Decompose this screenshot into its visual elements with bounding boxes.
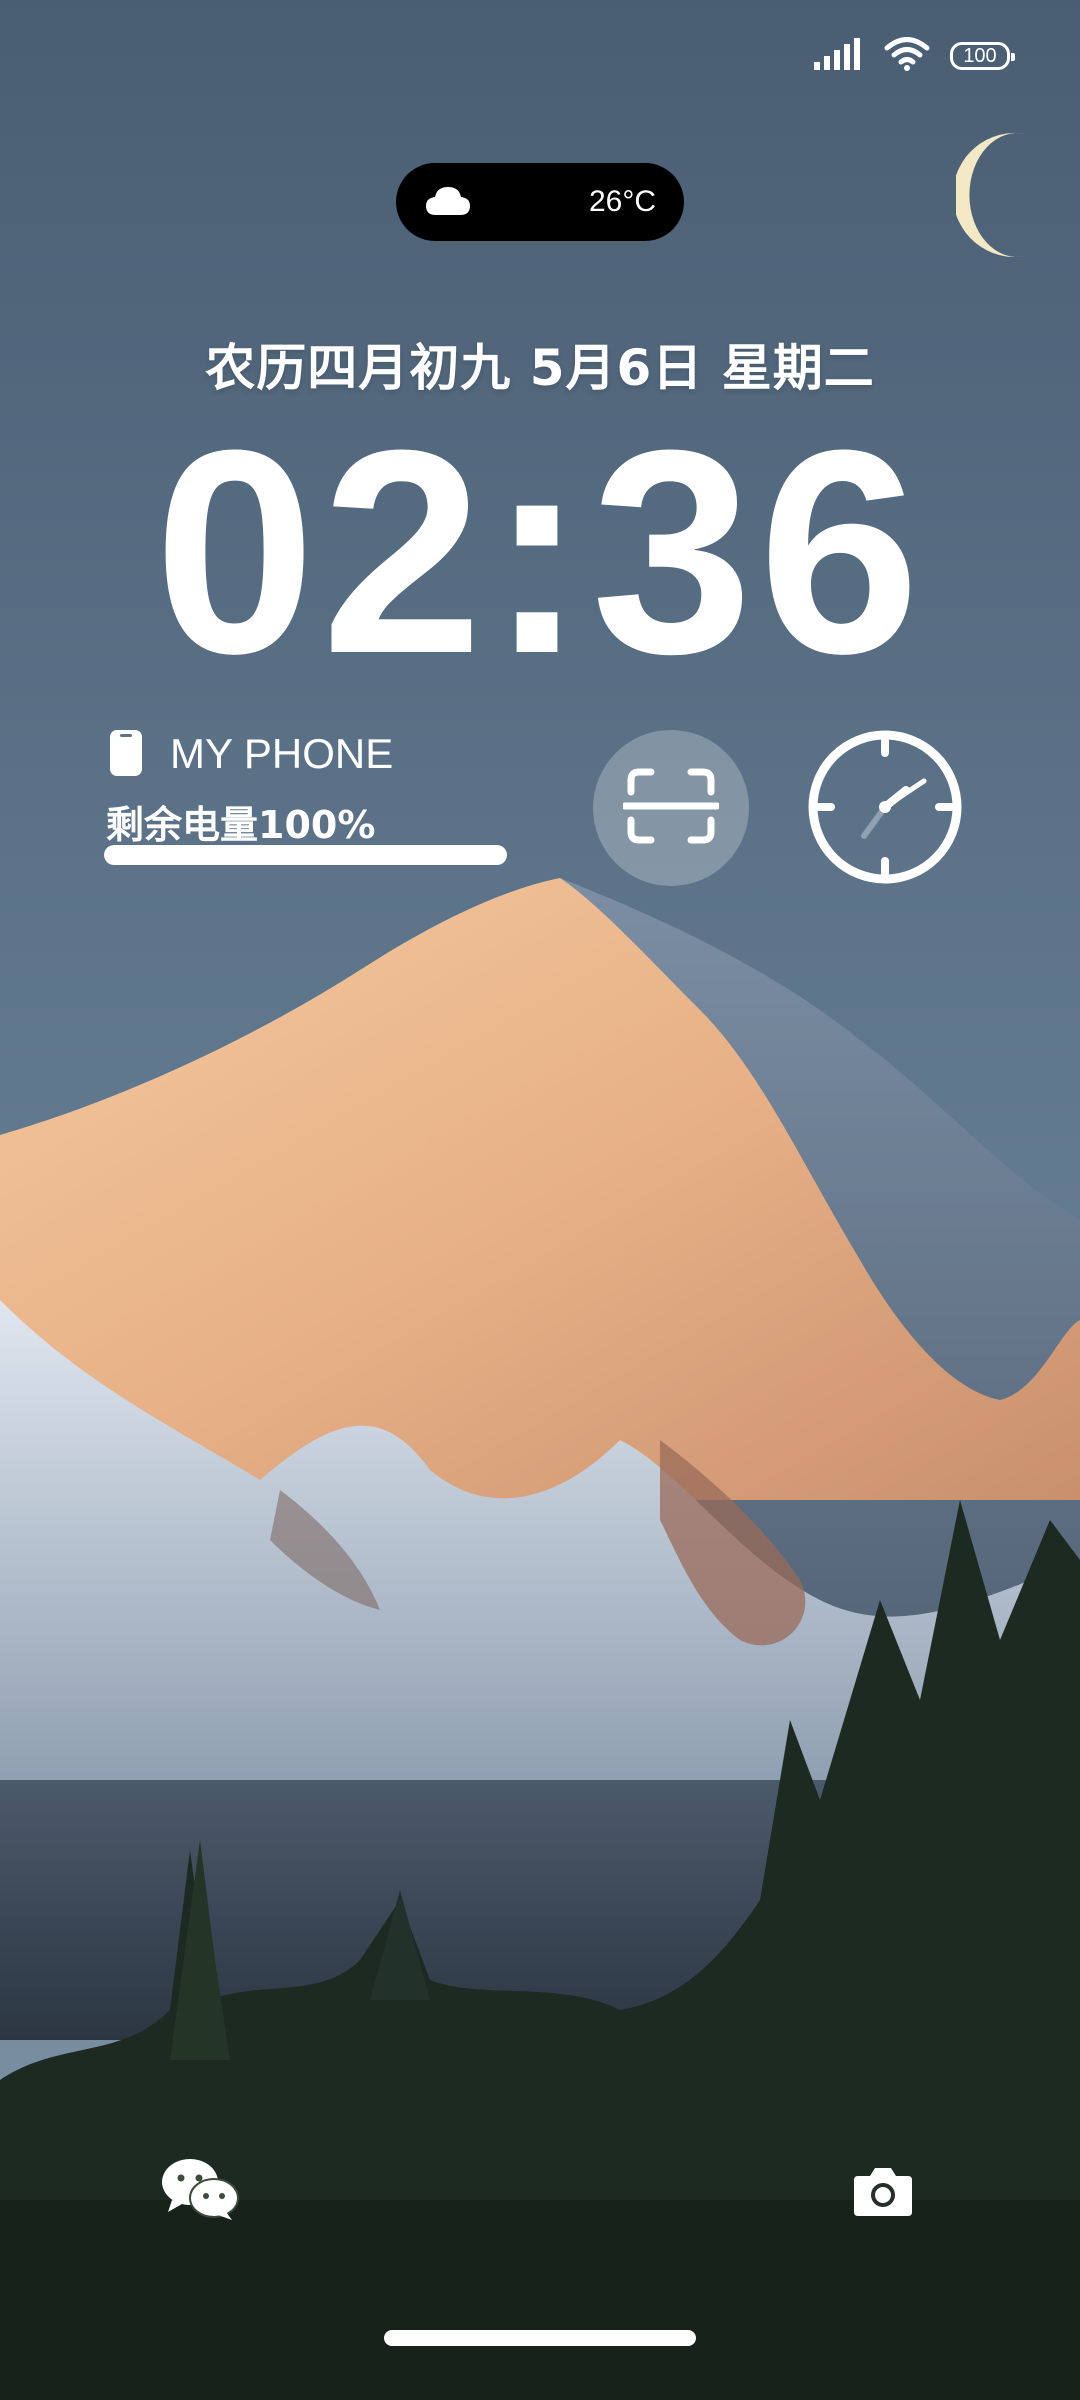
battery-remaining: 剩余电量100%	[106, 803, 376, 847]
battery-progress-bar	[104, 845, 507, 865]
battery-progress-fill	[104, 845, 507, 865]
battery-level: 100	[963, 44, 997, 67]
moon-icon	[952, 130, 1046, 264]
weather-pill[interactable]: 26°C	[396, 163, 684, 241]
clock-icon	[806, 730, 964, 890]
wechat-shortcut[interactable]	[160, 2156, 240, 2222]
camera-icon	[852, 2168, 914, 2222]
scan-icon	[621, 766, 721, 850]
wechat-icon	[160, 2159, 240, 2226]
status-bar: 100	[814, 36, 1015, 76]
signal-icon	[814, 38, 864, 74]
battery-icon: 100	[950, 42, 1015, 70]
phone-icon	[108, 728, 144, 782]
lockscreen-clock: 02:36	[154, 390, 926, 714]
clock-widget[interactable]	[806, 728, 964, 886]
temperature: 26°C	[588, 185, 656, 218]
home-indicator[interactable]	[384, 2330, 696, 2346]
device-battery-widget[interactable]: MY PHONE 剩余电量100%	[104, 726, 510, 876]
scan-button[interactable]	[593, 730, 749, 886]
wifi-icon	[884, 37, 930, 75]
cloud-icon	[424, 181, 472, 225]
device-name: MY PHONE	[170, 730, 394, 777]
camera-shortcut[interactable]	[852, 2164, 914, 2218]
